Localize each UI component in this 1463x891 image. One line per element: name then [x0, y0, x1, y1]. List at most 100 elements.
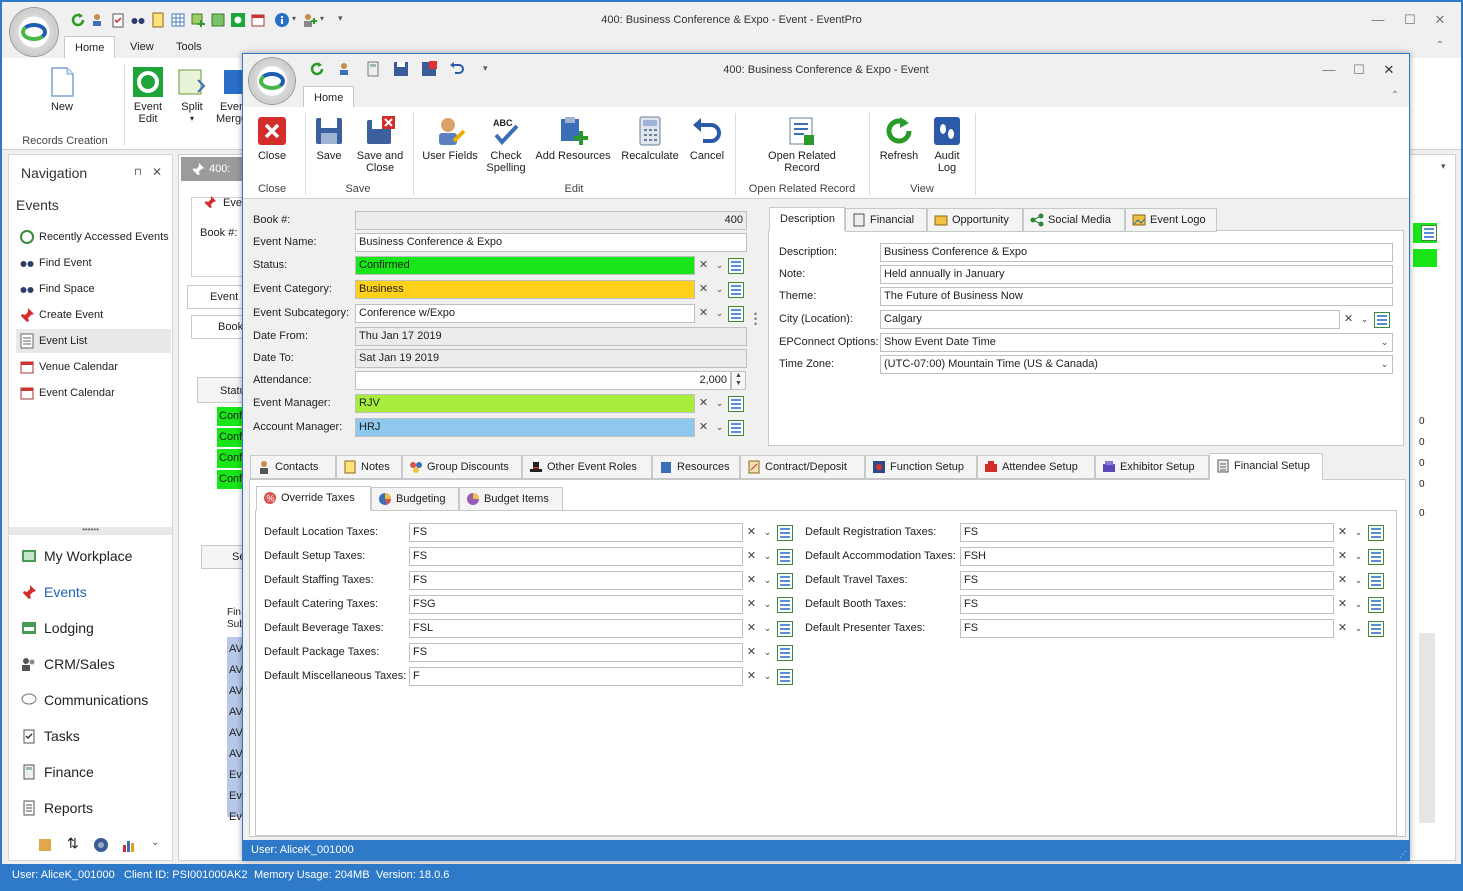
tab-other-event-roles[interactable]: Other Event Roles	[522, 455, 652, 479]
tab-budgeting[interactable]: Budgeting	[371, 487, 459, 511]
document-list-dropdown-icon[interactable]: ▾	[1441, 161, 1446, 172]
splitter-grip[interactable]: • • •	[754, 310, 757, 330]
app-menu-button[interactable]	[10, 8, 58, 56]
tab-budget-items[interactable]: Budget Items	[459, 487, 563, 511]
close-event-button[interactable]: Close	[249, 115, 295, 162]
pin-icon[interactable]: ⊓	[134, 167, 142, 178]
save-icon[interactable]	[393, 61, 409, 77]
check-spelling-button[interactable]: ABC Check Spelling	[481, 115, 531, 174]
tab-contract-deposit[interactable]: Contract/Deposit	[740, 455, 865, 479]
user-edit-icon[interactable]	[337, 61, 353, 77]
tab-exhibitor-setup[interactable]: Exhibitor Setup	[1095, 455, 1209, 479]
event-merge-button[interactable]: Event Merge	[216, 66, 242, 125]
city-location-field[interactable]: Calgary	[880, 310, 1340, 329]
theme-field[interactable]: The Future of Business Now	[880, 287, 1393, 306]
undo-icon[interactable]	[449, 61, 465, 77]
tab-view[interactable]: View	[120, 36, 164, 58]
chevron-down-icon[interactable]: ⌄	[1376, 333, 1393, 352]
customize-qat-icon[interactable]: ▾	[483, 63, 488, 74]
lookup-icon[interactable]	[777, 573, 793, 589]
binoculars-icon[interactable]	[130, 12, 146, 28]
tab-home[interactable]: Home	[64, 36, 116, 58]
open-related-record-button[interactable]: Open Related Record	[743, 115, 861, 174]
clear-icon[interactable]: ✕	[695, 394, 712, 413]
accommodation-taxes-field[interactable]: FSH	[960, 547, 1334, 566]
chevron-down-icon[interactable]: ⌄	[711, 394, 728, 413]
lookup-icon[interactable]	[728, 258, 744, 274]
event-name-field[interactable]: Business Conference & Expo	[355, 233, 747, 252]
chevron-down-icon[interactable]: ⌄	[759, 595, 776, 614]
chevron-down-icon[interactable]: ⌄	[711, 280, 728, 299]
bg-book-tab[interactable]: Book	[191, 315, 247, 339]
event-edit-button[interactable]: Event Edit	[128, 66, 168, 125]
lookup-icon[interactable]	[777, 621, 793, 637]
tab-financial[interactable]: Financial	[845, 208, 927, 232]
more-modules-icon[interactable]: ⌄	[151, 837, 159, 848]
refresh-icon[interactable]	[70, 12, 86, 28]
tab-attendee-setup[interactable]: Attendee Setup	[977, 455, 1095, 479]
nav-event-calendar[interactable]: Event Calendar	[16, 381, 171, 405]
nav-event-list[interactable]: Event List	[16, 329, 171, 353]
event-maximize-button[interactable]: ☐	[1349, 60, 1369, 80]
event-category-field[interactable]: Business	[355, 280, 695, 299]
clear-icon[interactable]: ✕	[1334, 595, 1351, 614]
account-manager-field[interactable]: HRJ	[355, 418, 695, 437]
chevron-down-icon[interactable]: ⌄	[711, 418, 728, 437]
tab-social-media[interactable]: Social Media	[1023, 208, 1125, 232]
module-events[interactable]: Events	[16, 577, 171, 607]
registration-taxes-field[interactable]: FS	[960, 523, 1334, 542]
chevron-down-icon[interactable]: ⌄	[759, 619, 776, 638]
collapse-ribbon-icon[interactable]: ⌃	[1385, 86, 1405, 106]
attendance-spinner[interactable]: ▲ ▼	[731, 371, 746, 390]
event-minimize-button[interactable]: —	[1319, 60, 1339, 80]
lookup-icon[interactable]	[1368, 621, 1384, 637]
lookup-icon[interactable]	[777, 645, 793, 661]
clear-icon[interactable]: ✕	[695, 280, 712, 299]
collapse-ribbon-icon[interactable]: ⌃	[1430, 36, 1450, 56]
beverage-taxes-field[interactable]: FSL	[409, 619, 743, 638]
splitter-handle[interactable]: ••••••	[9, 526, 172, 535]
clear-icon[interactable]: ✕	[743, 595, 760, 614]
module-communications[interactable]: Communications	[16, 685, 171, 715]
event-tab-home[interactable]: Home	[303, 86, 355, 108]
lookup-icon[interactable]	[777, 669, 793, 685]
event-manager-field[interactable]: RJV	[355, 394, 695, 413]
user-fields-button[interactable]: User Fields	[419, 115, 481, 162]
nav-find-event[interactable]: Find Event	[16, 251, 171, 275]
bg-events-tab[interactable]: Event	[187, 285, 247, 309]
save-close-icon[interactable]	[421, 61, 437, 77]
status-field[interactable]: Confirmed	[355, 256, 695, 275]
clear-icon[interactable]: ✕	[1334, 523, 1351, 542]
notepad-icon[interactable]	[150, 12, 166, 28]
chevron-down-icon[interactable]: ⌄	[759, 547, 776, 566]
tab-override-taxes[interactable]: % Override Taxes	[256, 486, 371, 511]
setup-taxes-field[interactable]: FS	[409, 547, 743, 566]
nav-create-event[interactable]: Create Event	[16, 303, 171, 327]
clipboard-icon[interactable]	[110, 12, 126, 28]
minimize-button[interactable]: —	[1368, 10, 1388, 30]
module-lodging[interactable]: Lodging	[16, 613, 171, 643]
clear-icon[interactable]: ✕	[743, 523, 760, 542]
lodging-small-icon[interactable]	[37, 837, 53, 853]
chevron-down-icon[interactable]: ⌄	[759, 523, 776, 542]
bar-chart-icon[interactable]	[121, 837, 137, 853]
miscellaneous-taxes-field[interactable]: F	[409, 667, 743, 686]
lookup-icon[interactable]	[1368, 597, 1384, 613]
info-icon[interactable]	[274, 12, 290, 28]
close-nav-icon[interactable]: ✕	[152, 165, 162, 179]
new-button[interactable]: New	[44, 66, 80, 113]
sort-arrows-icon[interactable]: ⇅	[67, 835, 79, 852]
tab-resources[interactable]: Resources	[652, 455, 740, 479]
users-dropdown-icon[interactable]: ▾	[320, 14, 324, 23]
clear-icon[interactable]: ✕	[695, 256, 712, 275]
tab-function-setup[interactable]: Function Setup	[865, 455, 977, 479]
lookup-icon[interactable]	[777, 525, 793, 541]
chevron-down-icon[interactable]: ⌄	[1350, 595, 1367, 614]
map-icon[interactable]	[210, 12, 226, 28]
lookup-icon[interactable]	[777, 597, 793, 613]
booth-taxes-field[interactable]: FS	[960, 595, 1334, 614]
clear-icon[interactable]: ✕	[695, 418, 712, 437]
lookup-icon[interactable]	[777, 549, 793, 565]
maximize-button[interactable]: ☐	[1400, 10, 1420, 30]
settings-icon[interactable]	[230, 12, 246, 28]
